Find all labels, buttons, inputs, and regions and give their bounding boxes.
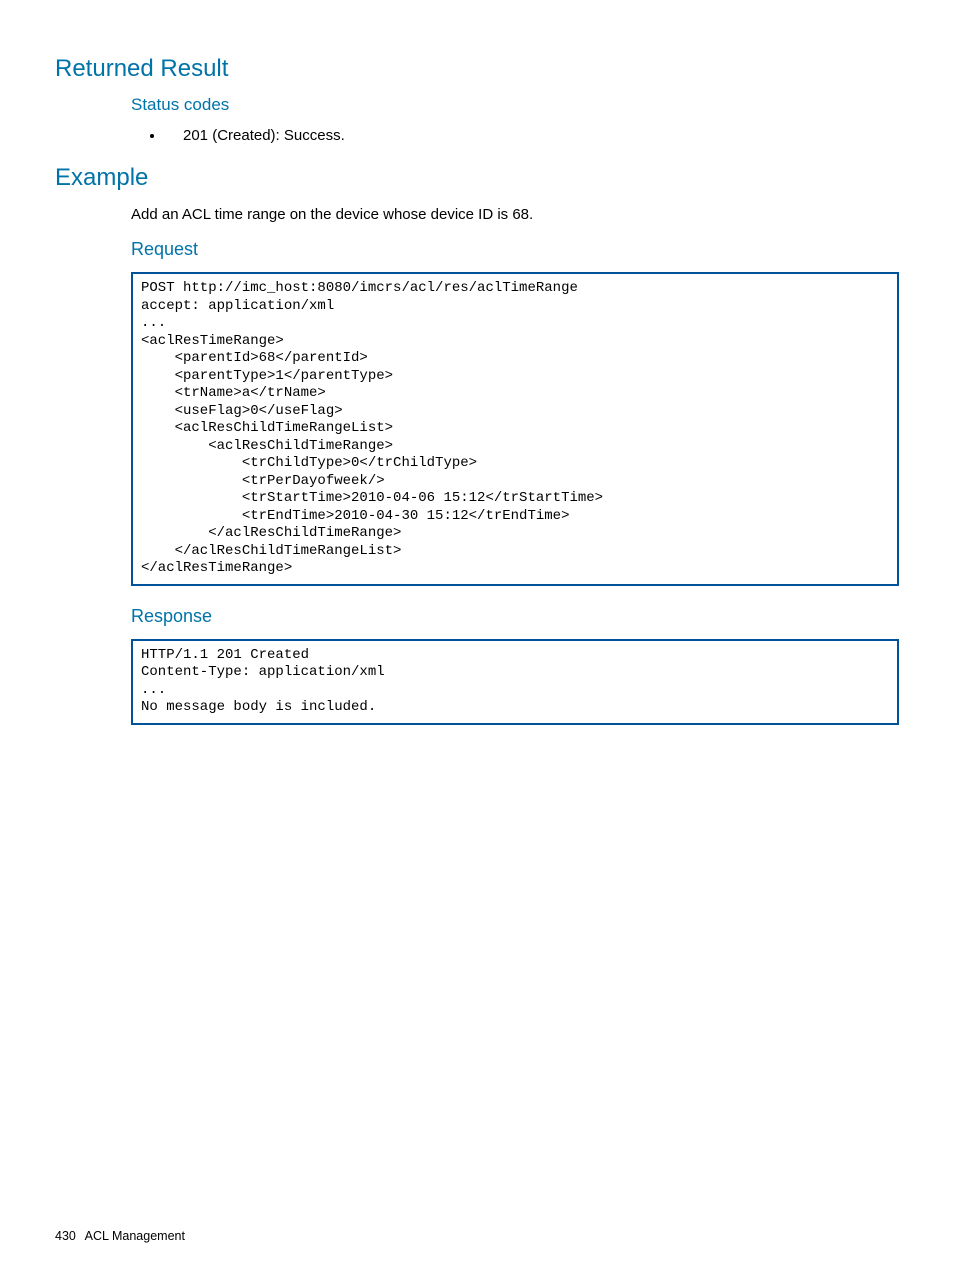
page-number: 430 (55, 1229, 76, 1243)
section-name: ACL Management (85, 1229, 185, 1243)
document-page: Returned Result Status codes 201 (Create… (0, 0, 954, 1271)
heading-response: Response (55, 606, 899, 627)
status-code-item: 201 (Created): Success. (165, 125, 899, 146)
response-code-block: HTTP/1.1 201 Created Content-Type: appli… (131, 639, 899, 725)
heading-example: Example (55, 164, 899, 192)
status-codes-list: 201 (Created): Success. (55, 125, 899, 146)
request-code-block: POST http://imc_host:8080/imcrs/acl/res/… (131, 272, 899, 586)
heading-returned-result: Returned Result (55, 55, 899, 83)
page-footer: 430 ACL Management (55, 1229, 185, 1243)
heading-status-codes: Status codes (55, 95, 899, 115)
heading-request: Request (55, 239, 899, 260)
example-intro: Add an ACL time range on the device whos… (55, 204, 899, 225)
